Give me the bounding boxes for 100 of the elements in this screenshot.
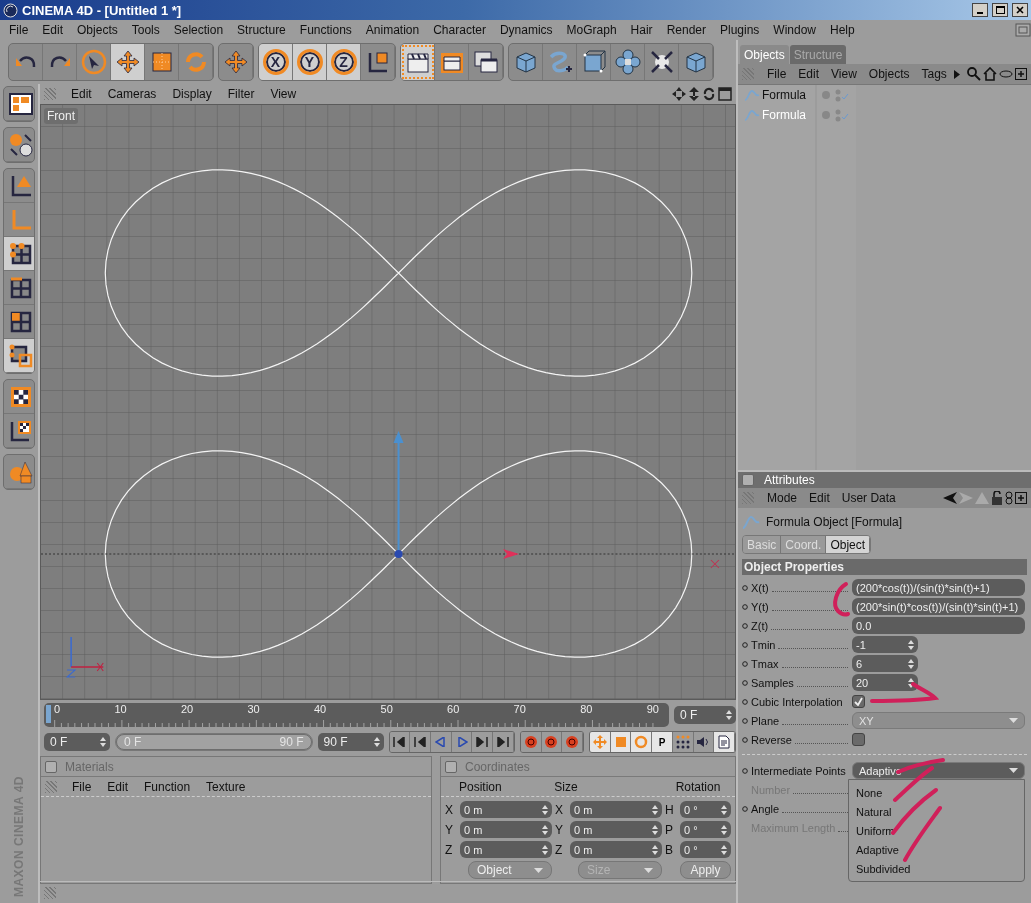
text-field[interactable]: (200*cos(t))/(sin(t)*sin(t)+1) bbox=[852, 579, 1025, 596]
menu-option[interactable]: None bbox=[849, 783, 1024, 802]
number-field[interactable]: 0 m bbox=[460, 801, 552, 818]
menu-item[interactable]: Character bbox=[426, 23, 493, 37]
menu-item[interactable]: File bbox=[65, 779, 99, 794]
marker-scribble bbox=[870, 682, 937, 703]
number-field[interactable]: 0 m bbox=[460, 821, 552, 838]
panel-grip bbox=[44, 88, 56, 100]
text-field[interactable]: 0.0 bbox=[852, 617, 1025, 634]
dropdown[interactable]: Adaptive bbox=[852, 762, 1025, 779]
end-frame-field[interactable]: 90 F bbox=[317, 733, 384, 751]
menu-item[interactable]: Edit bbox=[100, 779, 136, 794]
axis-lock-button[interactable]: Y bbox=[293, 44, 327, 80]
axis-lock-button[interactable]: X bbox=[259, 44, 293, 80]
frame-tick-label: 90 bbox=[646, 703, 659, 715]
section-header: Object Properties bbox=[742, 559, 1027, 575]
menu-item[interactable]: MoGraph bbox=[559, 23, 624, 37]
menu-item[interactable]: Mode bbox=[762, 491, 803, 505]
spinner-arrows-icon bbox=[908, 639, 914, 650]
menu-item[interactable]: User Data bbox=[836, 491, 901, 505]
number-field[interactable]: 0 m bbox=[570, 821, 662, 838]
attribute-tab[interactable]: Object bbox=[826, 536, 871, 553]
up-arrow-icon bbox=[975, 492, 989, 504]
menu-option[interactable]: Subdivided bbox=[849, 859, 1024, 878]
menu-item[interactable]: Dynamics bbox=[492, 23, 560, 37]
arrows-inward-icon bbox=[648, 49, 675, 75]
tool-button[interactable] bbox=[4, 237, 34, 271]
menu-item[interactable]: Structure bbox=[230, 23, 293, 37]
number-field[interactable]: -1 bbox=[852, 636, 918, 653]
caret-icon bbox=[1009, 768, 1018, 773]
menu-item[interactable]: Filter bbox=[220, 87, 262, 101]
menu-item[interactable]: File bbox=[762, 67, 792, 81]
caret-icon bbox=[1009, 718, 1018, 723]
menu-item[interactable]: Help bbox=[823, 23, 862, 37]
menu-item[interactable]: File bbox=[2, 23, 36, 37]
play-icon bbox=[455, 737, 468, 747]
timeline-ruler[interactable]: 0 10 20 30 40 50 60 70 80 90 bbox=[44, 703, 669, 727]
points-grid-icon bbox=[7, 240, 34, 267]
number-field[interactable]: 0 ° bbox=[680, 801, 731, 818]
menu-item[interactable]: Hair bbox=[623, 23, 660, 37]
record-icon bbox=[523, 735, 538, 749]
text-field[interactable]: (200*sin(t)*cos(t))/(sin(t)*sin(t)+1) bbox=[852, 598, 1025, 615]
menu-item[interactable]: Objects bbox=[863, 67, 915, 81]
menu-option[interactable]: Natural bbox=[849, 802, 1024, 821]
menu-item[interactable]: View bbox=[826, 67, 862, 81]
camera-label: Front bbox=[44, 108, 78, 124]
number-field[interactable]: 6 bbox=[852, 655, 918, 672]
lock-icon bbox=[991, 491, 1003, 505]
menu-item[interactable]: Tools bbox=[124, 23, 167, 37]
axis-lock-button[interactable]: Z bbox=[327, 44, 361, 80]
close-button[interactable] bbox=[1012, 3, 1028, 17]
number-field[interactable]: 0 ° bbox=[680, 821, 731, 838]
number-field[interactable]: 20 bbox=[852, 674, 918, 691]
transport-button[interactable] bbox=[389, 732, 411, 752]
menu-item[interactable]: Animation bbox=[358, 23, 427, 37]
zoom-arrows-icon bbox=[688, 87, 700, 101]
frame-tick-label: 30 bbox=[247, 703, 260, 715]
number-field[interactable]: 0 m bbox=[570, 801, 662, 818]
menu-item[interactable]: Edit bbox=[64, 87, 99, 101]
minimize-button[interactable] bbox=[972, 3, 988, 17]
object-title: Formula Object [Formula] bbox=[766, 515, 903, 529]
menu-item[interactable]: Plugins bbox=[713, 23, 767, 37]
panel-tab[interactable]: Objects bbox=[740, 45, 789, 64]
menu-item[interactable]: Selection bbox=[166, 23, 231, 37]
number-field[interactable]: 0 ° bbox=[680, 841, 731, 858]
maximize-button[interactable] bbox=[992, 3, 1008, 17]
menu-item[interactable]: Window bbox=[766, 23, 824, 37]
number-field[interactable]: 0 m bbox=[570, 841, 662, 858]
caret-icon bbox=[534, 867, 543, 873]
menu-item[interactable]: Functions bbox=[292, 23, 359, 37]
checkbox[interactable] bbox=[852, 695, 865, 708]
start-frame-field[interactable]: 0 F bbox=[44, 733, 110, 751]
record-button[interactable] bbox=[520, 732, 542, 752]
panel-toggle[interactable] bbox=[742, 474, 754, 486]
key-button[interactable]: P bbox=[652, 732, 673, 752]
menu-item[interactable]: Display bbox=[165, 87, 219, 101]
menu-item[interactable]: Objects bbox=[70, 23, 125, 37]
frame-tick-label: 50 bbox=[380, 703, 393, 715]
panel-toggle[interactable] bbox=[445, 760, 457, 773]
menu-item[interactable]: Edit bbox=[804, 491, 835, 505]
current-frame-field[interactable]: 0 F bbox=[674, 706, 736, 724]
number-field[interactable]: 0 m bbox=[460, 841, 552, 858]
move-arrows-icon bbox=[592, 735, 607, 749]
formula-spline-icon bbox=[744, 89, 760, 101]
menu-item[interactable]: Edit bbox=[793, 67, 825, 81]
menu-option[interactable]: Adaptive bbox=[849, 840, 1024, 859]
tool-button[interactable] bbox=[401, 44, 435, 80]
menu-item[interactable]: Cameras bbox=[100, 87, 164, 101]
menu-item[interactable]: Render bbox=[659, 23, 713, 37]
checkbox[interactable] bbox=[852, 733, 865, 746]
panel-toggle[interactable] bbox=[45, 760, 57, 773]
menu-item[interactable]: Function bbox=[137, 779, 198, 794]
menu-item[interactable]: View bbox=[263, 87, 304, 101]
menu-item[interactable]: Texture bbox=[199, 779, 253, 794]
menu-item[interactable]: Edit bbox=[35, 23, 71, 37]
tool-button[interactable] bbox=[111, 44, 145, 80]
menu-item[interactable]: Tags bbox=[916, 67, 952, 81]
object-item[interactable]: Formula bbox=[738, 88, 817, 102]
formula-spline-icon bbox=[742, 515, 760, 529]
tool-button[interactable] bbox=[4, 339, 34, 373]
